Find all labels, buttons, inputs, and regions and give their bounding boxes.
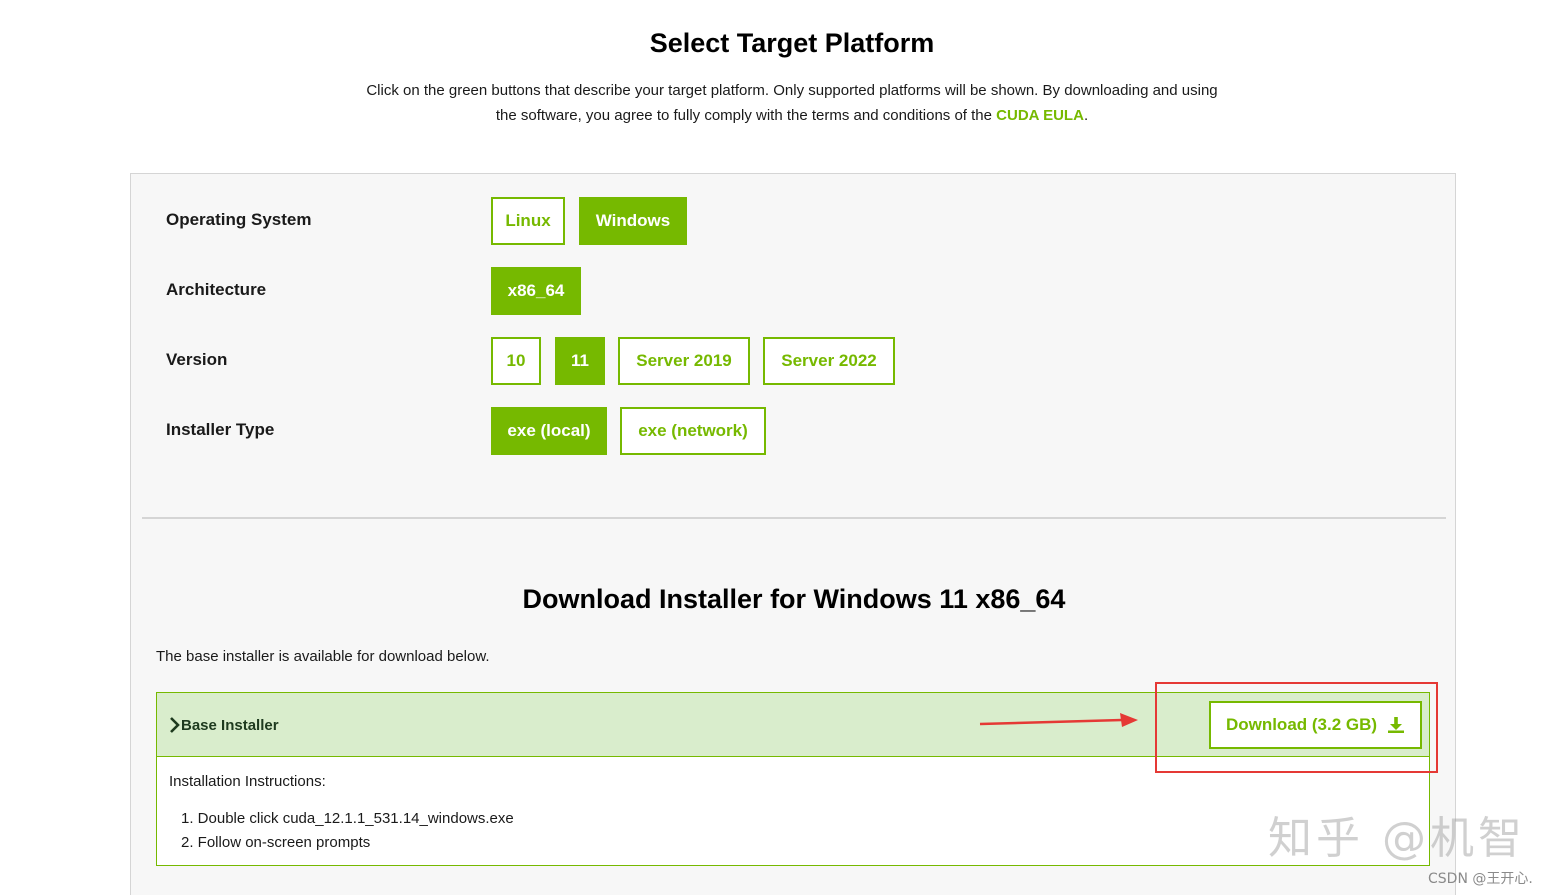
- section-divider: [142, 517, 1446, 519]
- option-version-server-2019[interactable]: Server 2019: [618, 337, 750, 385]
- option-version-server-2022[interactable]: Server 2022: [763, 337, 895, 385]
- option-os-windows[interactable]: Windows: [579, 197, 687, 245]
- cuda-eula-link[interactable]: CUDA EULA: [996, 107, 1084, 124]
- row-label-version: Version: [166, 350, 228, 369]
- installation-instructions-label: Installation Instructions:: [169, 773, 326, 790]
- option-version-10[interactable]: 10: [491, 337, 541, 385]
- page-title: Select Target Platform: [649, 28, 935, 58]
- installation-step: 1. Double click cuda_12.1.1_531.14_windo…: [181, 810, 514, 827]
- row-label-installer-type: Installer Type: [166, 420, 275, 439]
- chevron-right-icon: [170, 717, 180, 733]
- download-button-label: Download (3.2 GB): [1225, 715, 1378, 734]
- row-label-architecture: Architecture: [166, 280, 267, 299]
- option-installer-exe-local[interactable]: exe (local): [491, 407, 607, 455]
- row-label-operating-system: Operating System: [166, 210, 312, 229]
- base-installer-title[interactable]: Base Installer: [181, 717, 279, 734]
- intro-end: .: [1083, 107, 1089, 124]
- download-icon: [1388, 717, 1405, 733]
- installation-step: 2. Follow on-screen prompts: [181, 834, 371, 851]
- base-installer-panel: Base Installer Download (3.2 GB) Install…: [156, 692, 1430, 866]
- platform-selector-panel: Operating System Linux Windows Architect…: [130, 173, 1456, 895]
- annotation-arrow-icon: [979, 713, 1138, 727]
- option-os-linux[interactable]: Linux: [491, 197, 565, 245]
- credit-text: CSDN @王开心.: [1428, 871, 1533, 887]
- download-button[interactable]: Download (3.2 GB): [1209, 701, 1422, 749]
- installation-steps: 1. Double click cuda_12.1.1_531.14_windo…: [181, 807, 514, 855]
- download-title: Download Installer for Windows 11 x86_64: [522, 584, 1066, 614]
- option-version-11[interactable]: 11: [555, 337, 605, 385]
- watermark: 知乎 @机智: [1268, 813, 1526, 864]
- page: Select Target Platform Click on the gree…: [0, 0, 1554, 895]
- intro-text: Click on the green buttons that describe…: [366, 82, 1218, 124]
- option-arch-x86-64[interactable]: x86_64: [491, 267, 581, 315]
- base-installer-header[interactable]: Base Installer Download (3.2 GB): [157, 693, 1429, 757]
- option-installer-exe-network[interactable]: exe (network): [620, 407, 766, 455]
- download-intro: The base installer is available for down…: [156, 648, 490, 665]
- page-intro: Click on the green buttons that describe…: [360, 78, 1224, 128]
